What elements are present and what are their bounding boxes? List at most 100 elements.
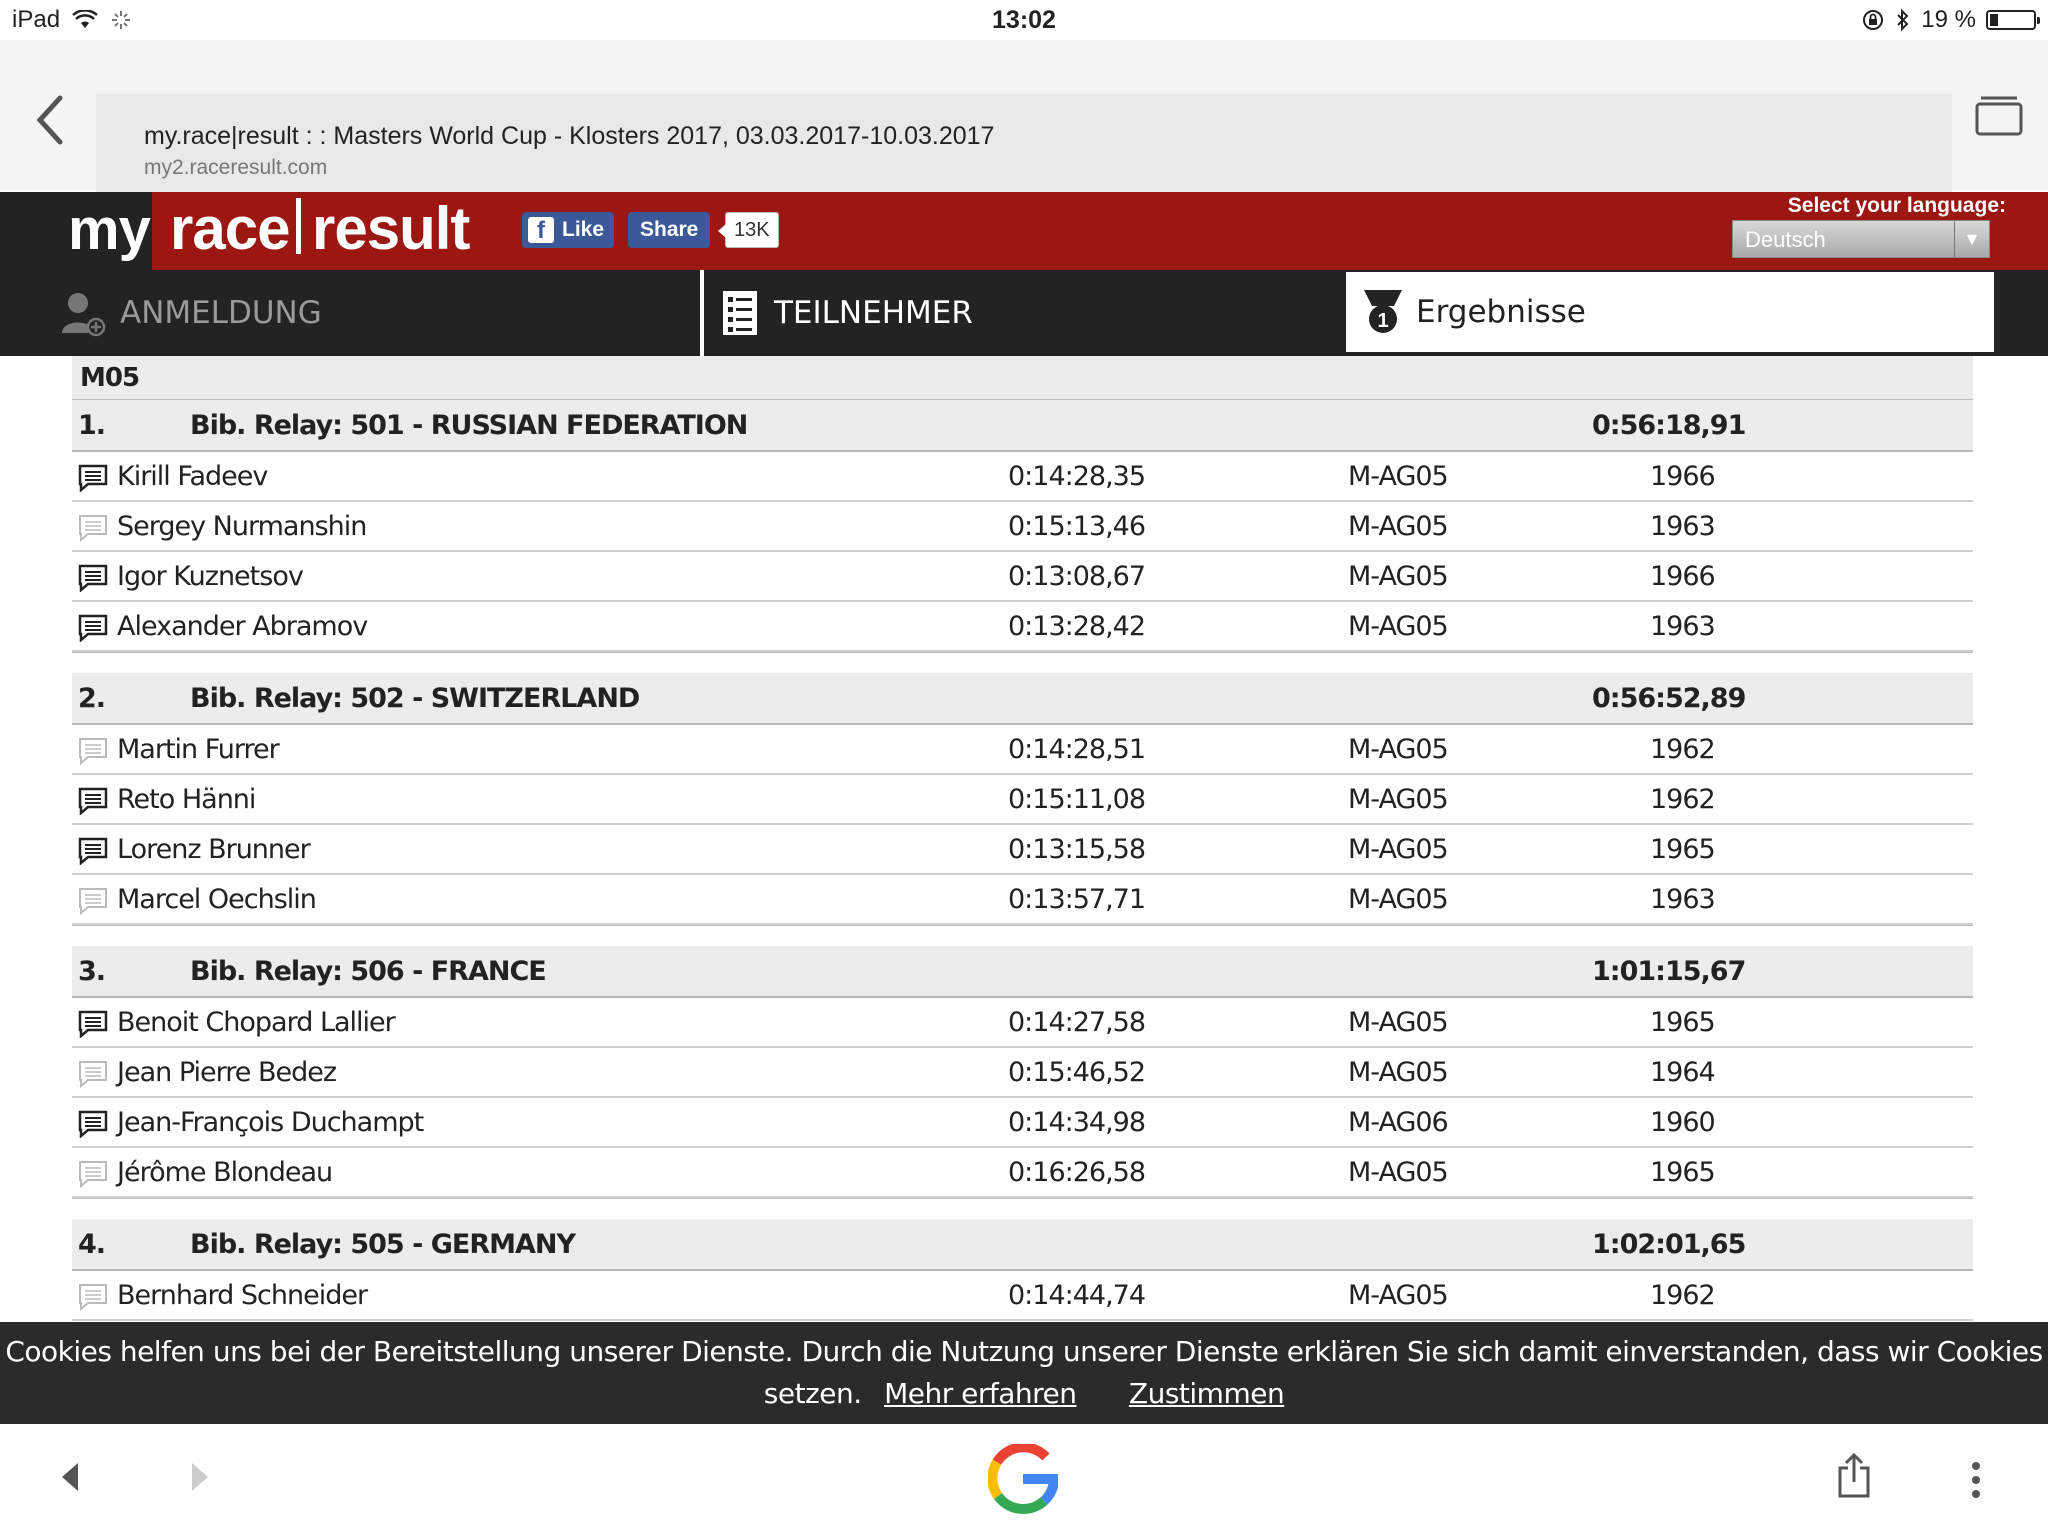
battery-level — [1990, 14, 1998, 26]
tab-participants-label: TEILNEHMER — [774, 295, 973, 331]
forward-icon[interactable] — [186, 1460, 212, 1494]
category-header: M05 — [72, 356, 1973, 400]
comment-light-icon[interactable] — [78, 1283, 108, 1312]
member-row[interactable]: Benoit Chopard Lallier 0:14:27,58 M-AG05 19… — [72, 998, 1973, 1048]
member-name[interactable]: Bernhard Schneider — [117, 1280, 368, 1311]
page-domain: my2.raceresult.com — [144, 156, 328, 179]
google-logo-icon[interactable] — [988, 1444, 1058, 1514]
member-row[interactable]: Marcel Oechslin 0:13:57,71 M-AG05 1963 — [72, 875, 1973, 925]
comment-filled-icon[interactable] — [78, 787, 108, 816]
comment-filled-icon[interactable] — [78, 614, 108, 643]
tab-results[interactable]: 1 Ergebnisse — [1344, 270, 1996, 354]
member-name[interactable]: Sergey Nurmanshin — [117, 511, 367, 542]
member-row[interactable]: Reto Hänni 0:15:11,08 M-AG05 1962 — [72, 775, 1973, 825]
member-birth-year: 1963 — [1650, 884, 1716, 915]
member-name[interactable]: Martin Furrer — [117, 734, 280, 765]
comment-filled-icon[interactable] — [78, 464, 108, 493]
facebook-like-button[interactable]: f Like — [522, 212, 615, 248]
member-category: M-AG05 — [1348, 1057, 1449, 1088]
dropdown-arrow-icon: ▼ — [1954, 221, 1989, 257]
member-name[interactable]: Jean-François Duchampt — [117, 1107, 424, 1138]
member-name[interactable]: Reto Hänni — [117, 784, 256, 815]
member-category: M-AG05 — [1348, 561, 1449, 592]
cookie-text-line2-wrapper: setzen. Mehr erfahren Zustimmen — [0, 1373, 2048, 1415]
member-birth-year: 1964 — [1650, 1057, 1716, 1088]
member-time: 0:15:13,46 — [1008, 511, 1146, 542]
comment-light-icon[interactable] — [78, 737, 108, 766]
member-category: M-AG05 — [1348, 1007, 1449, 1038]
bluetooth-icon — [1897, 8, 1909, 32]
member-row[interactable]: Lorenz Brunner 0:13:15,58 M-AG05 1965 — [72, 825, 1973, 875]
comment-filled-icon[interactable] — [78, 1010, 108, 1039]
member-category: M-AG05 — [1348, 1157, 1449, 1188]
comment-filled-icon[interactable] — [78, 564, 108, 593]
team-row[interactable]: 2. Bib. Relay: 502 - SWITZERLAND 0:56:52,8… — [72, 673, 1973, 725]
more-menu-icon[interactable] — [1970, 1460, 1982, 1500]
team-row[interactable]: 4. Bib. Relay: 505 - GERMANY 1:02:01,65 — [72, 1219, 1973, 1271]
address-bar[interactable]: my.race|result : : Masters World Cup - K… — [96, 94, 1952, 207]
member-row[interactable]: Sergey Nurmanshin 0:15:13,46 M-AG05 1963 — [72, 502, 1973, 552]
member-name[interactable]: Marcel Oechslin — [117, 884, 317, 915]
tab-registration[interactable]: ANMELDUNG — [60, 270, 700, 356]
member-row[interactable]: Jean-François Duchampt 0:14:34,98 M-AG06 19… — [72, 1098, 1973, 1148]
facebook-share-count: 13K — [718, 212, 779, 248]
orientation-lock-icon — [1863, 10, 1884, 30]
member-time: 0:13:15,58 — [1008, 834, 1146, 865]
share-icon[interactable] — [1836, 1452, 1872, 1500]
browser-toolbar: my.race|result : : Masters World Cup - K… — [0, 40, 2048, 207]
member-name[interactable]: Lorenz Brunner — [117, 834, 311, 865]
svg-text:1: 1 — [1377, 310, 1388, 332]
comment-light-icon[interactable] — [78, 1060, 108, 1089]
member-time: 0:15:46,52 — [1008, 1057, 1146, 1088]
tab-participants[interactable]: TEILNEHMER — [700, 270, 1344, 356]
member-row[interactable]: Bernhard Schneider 0:14:44,74 M-AG05 1962 — [72, 1271, 1973, 1321]
member-row[interactable]: Jean Pierre Bedez 0:15:46,52 M-AG05 1964 — [72, 1048, 1973, 1098]
logo-my[interactable]: my — [68, 196, 151, 263]
member-row[interactable]: Martin Furrer 0:14:28,51 M-AG05 1962 — [72, 725, 1973, 775]
comment-light-icon[interactable] — [78, 1160, 108, 1189]
cookie-learn-more-link[interactable]: Mehr erfahren — [884, 1377, 1077, 1410]
member-name[interactable]: Kirill Fadeev — [117, 461, 268, 492]
member-name[interactable]: Benoit Chopard Lallier — [117, 1007, 396, 1038]
logo-result[interactable]: result — [312, 194, 470, 263]
member-row[interactable]: Jérôme Blondeau 0:16:26,58 M-AG05 1965 — [72, 1148, 1973, 1198]
member-time: 0:15:11,08 — [1008, 784, 1146, 815]
member-row[interactable]: Igor Kuznetsov 0:13:08,67 M-AG05 1966 — [72, 552, 1973, 602]
language-label: Select your language: — [1787, 194, 2006, 217]
language-select[interactable]: Deutsch ▼ — [1732, 220, 1990, 258]
team-name[interactable]: Bib. Relay: 502 - SWITZERLAND — [190, 683, 640, 714]
tabs-icon[interactable] — [1974, 92, 2024, 138]
member-category: M-AG05 — [1348, 834, 1449, 865]
comment-filled-icon[interactable] — [78, 1110, 108, 1139]
logo-race[interactable]: race — [170, 194, 290, 263]
member-name[interactable]: Igor Kuznetsov — [117, 561, 304, 592]
cookie-agree-link[interactable]: Zustimmen — [1129, 1377, 1285, 1410]
team-name[interactable]: Bib. Relay: 501 - RUSSIAN FEDERATION — [190, 410, 748, 441]
member-birth-year: 1962 — [1650, 784, 1716, 815]
comment-filled-icon[interactable] — [78, 837, 108, 866]
member-row[interactable]: Alexander Abramov 0:13:28,42 M-AG05 1963 — [72, 602, 1973, 652]
browser-back-icon[interactable] — [30, 90, 70, 150]
member-name[interactable]: Alexander Abramov — [117, 611, 368, 642]
back-icon[interactable] — [58, 1460, 84, 1494]
team-name[interactable]: Bib. Relay: 506 - FRANCE — [190, 956, 547, 987]
member-time: 0:16:26,58 — [1008, 1157, 1146, 1188]
team-row[interactable]: 1. Bib. Relay: 501 - RUSSIAN FEDERATION 0:… — [72, 400, 1973, 452]
medal-icon: 1 — [1364, 290, 1402, 333]
team-rank: 1. — [78, 410, 106, 441]
team-row[interactable]: 3. Bib. Relay: 506 - FRANCE 1:01:15,67 — [72, 946, 1973, 998]
member-time: 0:14:34,98 — [1008, 1107, 1146, 1138]
member-name[interactable]: Jérôme Blondeau — [117, 1157, 333, 1188]
member-category: M-AG05 — [1348, 884, 1449, 915]
member-row[interactable]: Kirill Fadeev 0:14:28,35 M-AG05 1966 — [72, 452, 1973, 502]
member-name[interactable]: Jean Pierre Bedez — [117, 1057, 337, 1088]
team-name[interactable]: Bib. Relay: 505 - GERMANY — [190, 1229, 576, 1260]
tab-registration-label: ANMELDUNG — [120, 295, 322, 331]
bottom-toolbar — [0, 1424, 2048, 1536]
clock: 13:02 — [992, 6, 1056, 34]
member-category: M-AG05 — [1348, 461, 1449, 492]
team-time: 0:56:52,89 — [1592, 683, 1746, 714]
facebook-share-button[interactable]: Share — [628, 212, 711, 248]
comment-light-icon[interactable] — [78, 887, 108, 916]
comment-light-icon[interactable] — [78, 514, 108, 543]
